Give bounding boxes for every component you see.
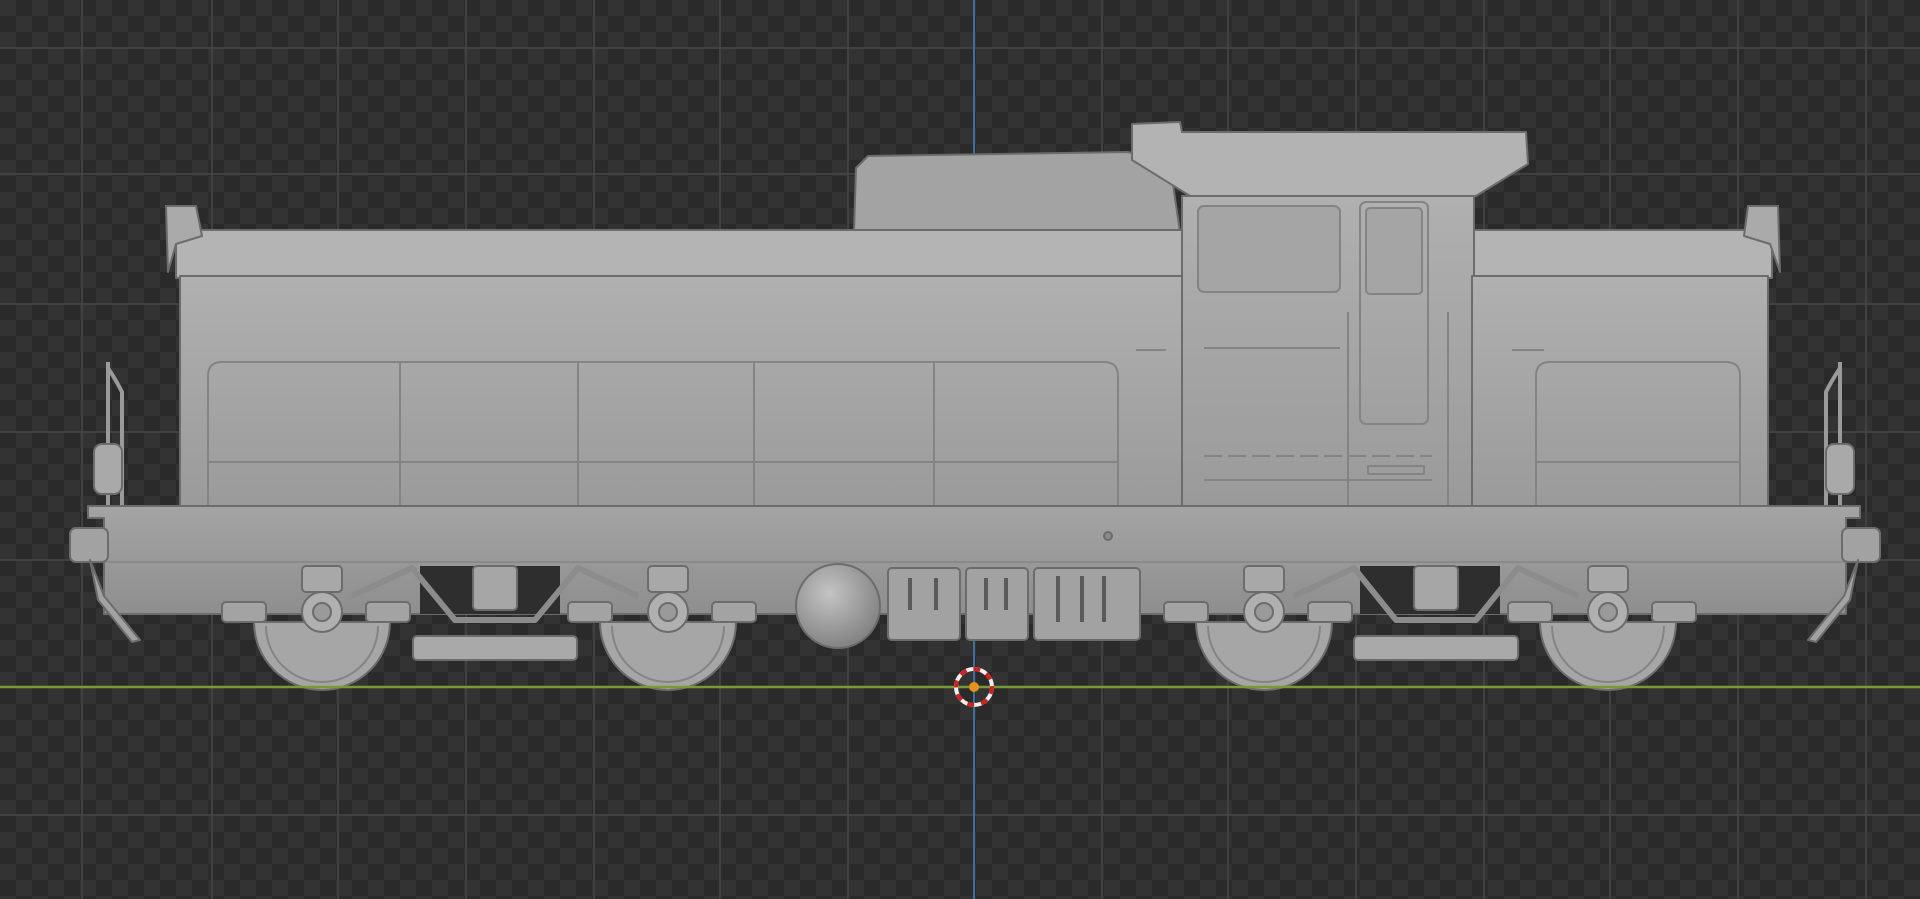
axle-box-top	[647, 565, 689, 593]
axle-cap	[1254, 602, 1274, 622]
axle-box-top	[301, 565, 343, 593]
axle-box-top	[1587, 565, 1629, 593]
viewport-canvas[interactable]	[0, 0, 1920, 899]
origin-point	[969, 682, 979, 692]
long-hood-body	[179, 275, 1187, 511]
3d-viewport[interactable]	[0, 0, 1920, 899]
axle-box-top	[1243, 565, 1285, 593]
axle-cap	[312, 602, 332, 622]
short-hood-roof	[1469, 229, 1773, 279]
brake-block	[365, 601, 411, 623]
long-hood-roof	[175, 229, 1183, 279]
bolster	[412, 635, 578, 661]
exhaust-housing	[853, 151, 1181, 233]
brake-block	[221, 601, 267, 623]
short-hood-body	[1471, 275, 1769, 511]
brake-block	[711, 601, 757, 623]
center-pivot	[472, 565, 518, 611]
center-pivot	[1413, 565, 1459, 611]
headlamp-right	[1825, 443, 1855, 495]
brake-block	[567, 601, 613, 623]
air-reservoir	[795, 563, 881, 649]
brake-block	[1163, 601, 1209, 623]
headlamp-left	[93, 443, 123, 495]
brake-block	[1307, 601, 1353, 623]
brake-block	[1651, 601, 1697, 623]
frame-rivet	[1103, 531, 1113, 541]
axle-cap	[1598, 602, 1618, 622]
brake-block	[1507, 601, 1553, 623]
cab-roof-visor	[1131, 121, 1529, 197]
bolster	[1353, 635, 1519, 661]
axle-cap	[658, 602, 678, 622]
